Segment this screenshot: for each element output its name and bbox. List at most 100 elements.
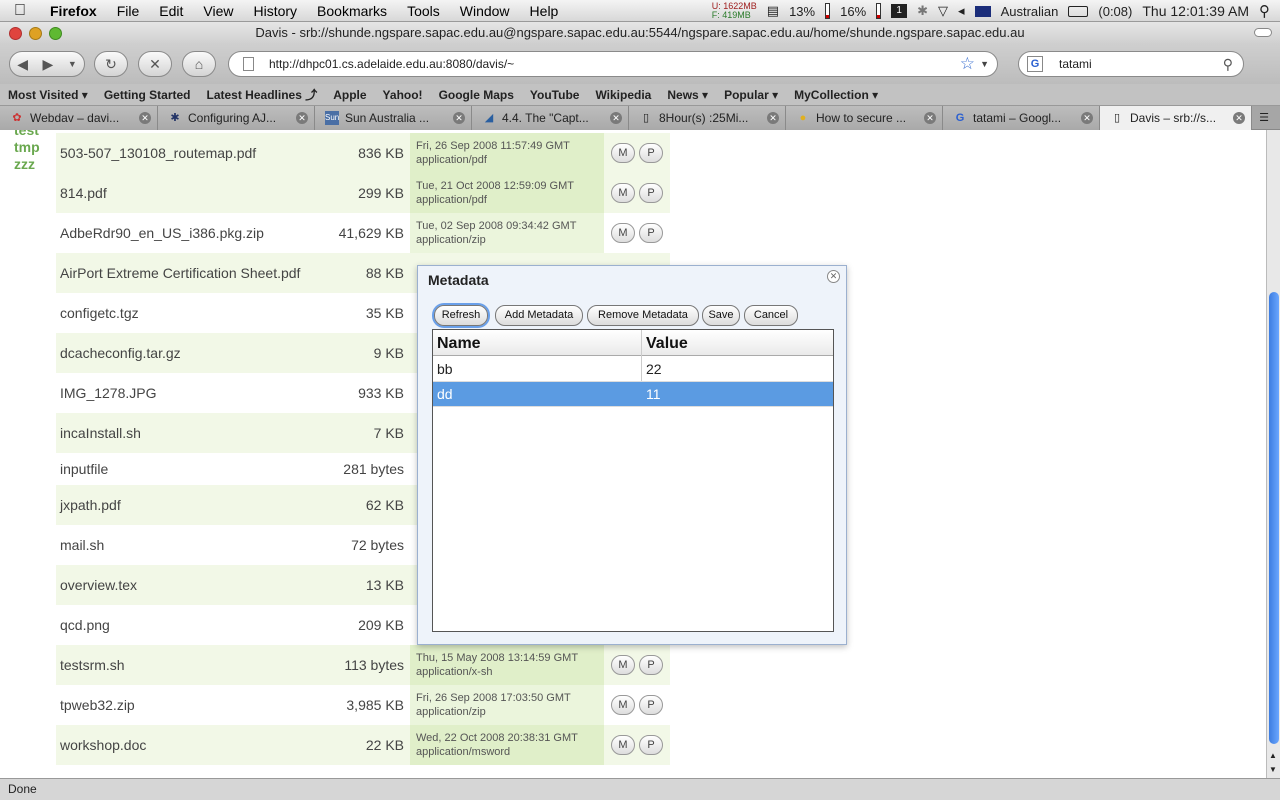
column-header-name[interactable]: Name	[433, 330, 481, 358]
column-header-value[interactable]: Value	[642, 330, 688, 358]
cell-name[interactable]: dd	[433, 382, 453, 407]
bookmark-wikipedia[interactable]: Wikipedia	[587, 88, 659, 102]
cell-name[interactable]: bb	[433, 357, 453, 382]
battery-percent[interactable]: 16%	[840, 4, 866, 19]
file-name-link[interactable]: overview.tex	[60, 565, 137, 605]
bookmark-getting-started[interactable]: Getting Started	[96, 88, 199, 102]
tab-close-icon[interactable]: ✕	[610, 112, 622, 124]
file-name-link[interactable]: incaInstall.sh	[60, 413, 141, 453]
menu-view[interactable]: View	[193, 3, 243, 19]
cell-value[interactable]: 22	[642, 357, 662, 382]
vertical-scrollbar[interactable]: ▲ ▼	[1266, 130, 1280, 778]
file-name-link[interactable]: IMG_1278.JPG	[60, 373, 157, 413]
file-name-link[interactable]: 503-507_130108_routemap.pdf	[60, 133, 256, 173]
metadata-m-button[interactable]: M	[611, 223, 635, 243]
tab-webdav[interactable]: ✿ Webdav – davi... ✕	[0, 106, 158, 130]
metadata-m-button[interactable]: M	[611, 143, 635, 163]
bookmark-latest-headlines[interactable]: Latest Headlines ⤴	[199, 86, 326, 103]
back-forward-button[interactable]: ◀ ▶ ▼	[9, 51, 85, 77]
forward-arrow-icon[interactable]: ▶	[43, 56, 54, 73]
tab-how-to-secure[interactable]: ● How to secure ... ✕	[786, 106, 943, 130]
tab-close-icon[interactable]: ✕	[1081, 112, 1093, 124]
toolbar-toggle-button[interactable]	[1254, 28, 1272, 37]
grid-row[interactable]: bb 22	[433, 357, 833, 382]
sidebar-link-zzz[interactable]: zzz	[14, 156, 35, 172]
google-engine-icon[interactable]: G	[1027, 56, 1043, 72]
bookmark-popular[interactable]: Popular ▾	[716, 88, 786, 102]
clock[interactable]: Thu 12:01:39 AM	[1142, 3, 1249, 19]
battery-icon[interactable]	[1068, 5, 1089, 17]
tab-close-icon[interactable]: ✕	[924, 112, 936, 124]
bookmark-apple[interactable]: Apple	[325, 88, 374, 102]
permissions-p-button[interactable]: P	[639, 695, 663, 715]
file-name-link[interactable]: testsrm.sh	[60, 645, 125, 685]
tab-list-button[interactable]: ☰	[1254, 110, 1274, 126]
metadata-m-button[interactable]: M	[611, 695, 635, 715]
file-name-link[interactable]: jxpath.pdf	[60, 485, 121, 525]
save-button[interactable]: Save	[702, 305, 740, 326]
search-bar[interactable]: G tatami ⚲	[1018, 51, 1244, 77]
menu-tools[interactable]: Tools	[397, 3, 450, 19]
menu-help[interactable]: Help	[520, 3, 569, 19]
cpu-readout[interactable]: 13%	[789, 4, 815, 19]
metadata-m-button[interactable]: M	[611, 655, 635, 675]
wifi-icon[interactable]: ▽	[938, 3, 948, 19]
file-name-link[interactable]: configetc.tgz	[60, 293, 139, 333]
stop-button[interactable]: ✕	[138, 51, 172, 77]
tab-sun-australia[interactable]: Sun Sun Australia ... ✕	[315, 106, 472, 130]
menu-edit[interactable]: Edit	[149, 3, 193, 19]
metadata-m-button[interactable]: M	[611, 183, 635, 203]
memory-readout[interactable]: U: 1622MB F: 419MB	[712, 2, 757, 20]
file-name-link[interactable]: 814.pdf	[60, 173, 107, 213]
file-name-link[interactable]: AdbeRdr90_en_US_i386.pkg.zip	[60, 213, 264, 253]
scroll-down-arrow-icon[interactable]: ▼	[1269, 765, 1277, 774]
menu-window[interactable]: Window	[450, 3, 520, 19]
bluetooth-icon[interactable]: ✱	[917, 3, 928, 19]
url-dropdown-icon[interactable]: ▼	[980, 52, 989, 76]
add-metadata-button[interactable]: Add Metadata	[495, 305, 583, 326]
home-button[interactable]: ⌂	[182, 51, 216, 77]
search-icon[interactable]: ⚲	[1223, 52, 1233, 76]
file-name-link[interactable]: dcacheconfig.tar.gz	[60, 333, 181, 373]
menu-history[interactable]: History	[243, 3, 307, 19]
file-name-link[interactable]: workshop.doc	[60, 725, 146, 765]
scrollbar-thumb[interactable]	[1269, 292, 1279, 744]
metadata-m-button[interactable]: M	[611, 735, 635, 755]
tab-configuring[interactable]: ✱ Configuring AJ... ✕	[158, 106, 315, 130]
menu-app-firefox[interactable]: Firefox	[40, 3, 107, 19]
url-bar[interactable]: http://dhpc01.cs.adelaide.edu.au:8080/da…	[228, 51, 998, 77]
spotlight-search-icon[interactable]: ⚲	[1259, 2, 1270, 20]
file-name-link[interactable]: inputfile	[60, 453, 108, 485]
permissions-p-button[interactable]: P	[639, 655, 663, 675]
tab-close-icon[interactable]: ✕	[296, 112, 308, 124]
zoom-window-button[interactable]	[49, 27, 62, 40]
bookmark-star-icon[interactable]: ☆	[960, 52, 975, 76]
tab-tatami-google[interactable]: Gtatami – Googl... ✕	[943, 106, 1100, 130]
bookmark-news[interactable]: News ▾	[659, 88, 716, 102]
back-arrow-icon[interactable]: ◀	[17, 56, 28, 73]
permissions-p-button[interactable]: P	[639, 223, 663, 243]
bookmark-youtube[interactable]: YouTube	[522, 88, 588, 102]
spaces-icon[interactable]: 1	[891, 4, 908, 18]
menu-file[interactable]: File	[107, 3, 150, 19]
bookmark-yahoo[interactable]: Yahoo!	[375, 88, 431, 102]
file-name-link[interactable]: AirPort Extreme Certification Sheet.pdf	[60, 253, 300, 293]
tab-close-icon[interactable]: ✕	[139, 112, 151, 124]
reload-button[interactable]: ↻	[94, 51, 128, 77]
disk-icon[interactable]: ▤	[767, 3, 779, 19]
dialog-close-icon[interactable]: ✕	[827, 270, 840, 283]
tab-close-icon[interactable]: ✕	[453, 112, 465, 124]
refresh-button[interactable]: Refresh	[434, 305, 488, 326]
close-window-button[interactable]	[9, 27, 22, 40]
permissions-p-button[interactable]: P	[639, 735, 663, 755]
cancel-button[interactable]: Cancel	[744, 305, 798, 326]
menu-bookmarks[interactable]: Bookmarks	[307, 3, 397, 19]
sidebar-link-tmp[interactable]: tmp	[14, 139, 40, 155]
file-name-link[interactable]: qcd.png	[60, 605, 110, 645]
minimize-window-button[interactable]	[29, 27, 42, 40]
tab-close-icon[interactable]: ✕	[767, 112, 779, 124]
history-dropdown-icon[interactable]: ▼	[68, 59, 77, 69]
scroll-up-arrow-icon[interactable]: ▲	[1269, 751, 1277, 760]
tab-capture[interactable]: ◢ 4.4. The "Capt... ✕	[472, 106, 629, 130]
bookmark-google-maps[interactable]: Google Maps	[431, 88, 522, 102]
